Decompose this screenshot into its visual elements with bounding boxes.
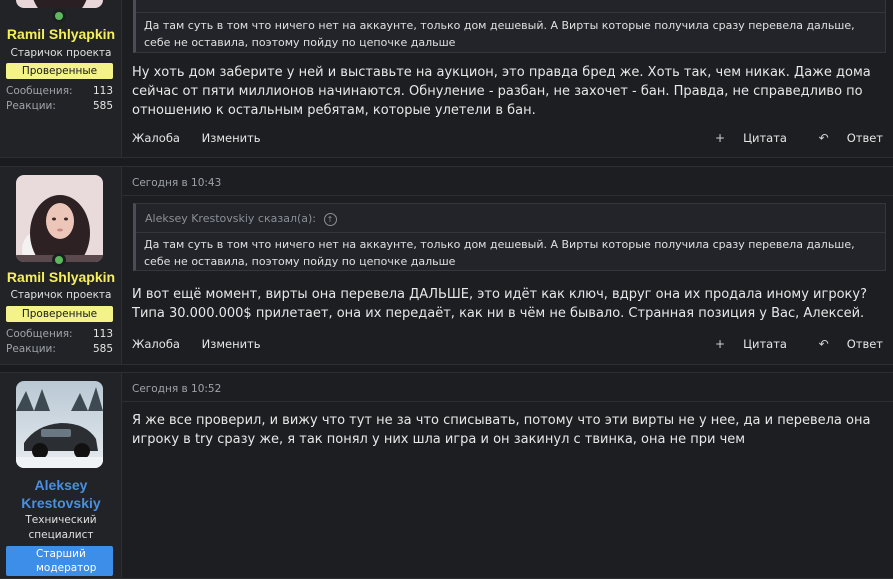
user-badge: Старший модератор (6, 546, 113, 576)
user-panel: Aleksey Krestovskiy Технический специали… (0, 373, 122, 578)
report-link[interactable]: Жалоба (132, 337, 180, 351)
user-badge: Проверенные (6, 63, 113, 79)
avatar[interactable] (16, 381, 103, 468)
user-title: Старичок проекта (10, 289, 112, 301)
avatar[interactable] (16, 175, 103, 262)
stat-messages: Сообщения: 113 (6, 85, 113, 97)
quote-label: Цитата (743, 337, 787, 351)
quote-header: Aleksey Krestovskiy сказал(а): ↑ (145, 212, 337, 226)
stat-value: 585 (92, 100, 113, 112)
user-title: Технический специалист (25, 514, 97, 541)
reply-icon: ↶ (818, 337, 829, 351)
user-panel: Ramil Shlyapkin Старичок проекта Провере… (0, 0, 122, 157)
user-title: Старичок проекта (10, 47, 112, 59)
post-date[interactable]: Сегодня в 10:43 (132, 177, 221, 189)
edit-link[interactable]: Изменить (202, 337, 261, 351)
plus-icon: + (715, 337, 726, 351)
user-panel: Ramil Shlyapkin Старичок проекта Провере… (0, 167, 122, 364)
quote-separator (136, 232, 885, 233)
post-message: Я же все проверил, и вижу что тут не за … (132, 413, 871, 447)
quote-author[interactable]: Aleksey Krestovskiy сказал(а): (145, 212, 316, 225)
quote-text: Да там суть в том что ничего нет на акка… (144, 238, 855, 268)
quote-button[interactable]: + Цитата (701, 131, 787, 145)
post: Aleksey Krestovskiy Технический специали… (0, 372, 893, 579)
stat-messages: Сообщения: 113 (6, 328, 113, 340)
date-divider (122, 195, 893, 196)
reply-button[interactable]: ↶ Ответ (805, 337, 883, 351)
reply-label: Ответ (846, 337, 883, 351)
quote-separator (136, 12, 885, 13)
stat-value: 113 (92, 328, 113, 340)
quote-block: Aleksey Krestovskiy сказал(а): ↑ Да там … (133, 203, 886, 271)
plus-icon: + (715, 131, 726, 145)
post-content: Сегодня в 10:43 Aleksey Krestovskiy сказ… (122, 167, 893, 364)
reply-label: Ответ (846, 131, 883, 145)
report-link[interactable]: Жалоба (132, 131, 180, 145)
post-content: Сегодня в 10:52 Я же все проверил, и виж… (122, 373, 893, 578)
stat-reactions: Реакции: 585 (6, 343, 113, 355)
online-status-icon (52, 253, 66, 267)
stat-label: Сообщения: (6, 328, 73, 340)
post-content: Да там суть в том что ничего нет на акка… (122, 0, 893, 157)
quote-text: Да там суть в том что ничего нет на акка… (144, 19, 855, 49)
post-actions: Жалоба Изменить + Цитата ↶ Ответ (132, 131, 883, 145)
stat-value: 113 (92, 85, 113, 97)
stat-value: 585 (92, 343, 113, 355)
post-message: Ну хоть дом заберите у ней и выставьте н… (132, 65, 871, 118)
post-actions: Жалоба Изменить + Цитата ↶ Ответ (132, 337, 883, 351)
stat-label: Реакции: (6, 100, 56, 112)
user-badge: Проверенные (6, 306, 113, 322)
username[interactable]: Aleksey Krestovskiy (0, 476, 122, 512)
post: Ramil Shlyapkin Старичок проекта Провере… (0, 0, 893, 158)
username[interactable]: Ramil Shlyapkin (0, 269, 122, 285)
reply-button[interactable]: ↶ Ответ (805, 131, 883, 145)
stat-label: Сообщения: (6, 85, 73, 97)
quote-block: Да там суть в том что ничего нет на акка… (133, 0, 886, 53)
online-status-icon (52, 9, 66, 23)
reply-icon: ↶ (818, 131, 829, 145)
quote-button[interactable]: + Цитата (701, 337, 787, 351)
edit-link[interactable]: Изменить (202, 131, 261, 145)
avatar[interactable] (16, 0, 103, 8)
stat-reactions: Реакции: 585 (6, 100, 113, 112)
arrow-up-icon[interactable]: ↑ (323, 212, 337, 226)
username[interactable]: Ramil Shlyapkin (0, 26, 122, 42)
post-message: И вот ещё момент, вирты она перевела ДАЛ… (132, 287, 867, 321)
date-divider (122, 401, 893, 402)
stat-label: Реакции: (6, 343, 56, 355)
quote-label: Цитата (743, 131, 787, 145)
post: Ramil Shlyapkin Старичок проекта Провере… (0, 166, 893, 365)
post-date[interactable]: Сегодня в 10:52 (132, 383, 221, 395)
